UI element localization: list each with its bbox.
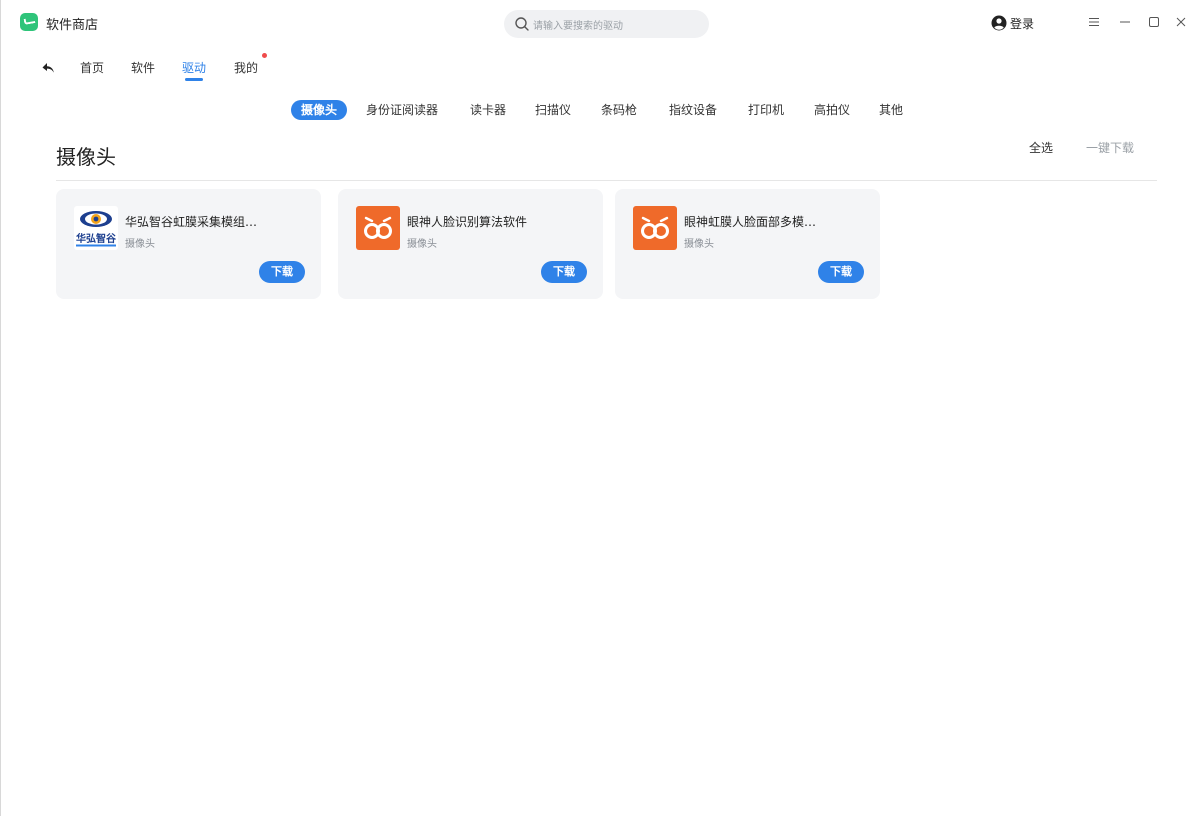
maximize-button[interactable] <box>1146 14 1162 30</box>
nav-home[interactable]: 首页 <box>80 59 104 76</box>
category-tab-other[interactable]: 其他 <box>879 100 903 120</box>
category-tab-card-reader[interactable]: 读卡器 <box>470 100 506 120</box>
driver-title: 眼神人脸识别算法软件 <box>407 215 528 229</box>
category-tab-barcode-gun[interactable]: 条码枪 <box>601 100 637 120</box>
driver-category: 摄像头 <box>407 239 437 250</box>
section-divider <box>56 180 1157 181</box>
driver-card[interactable]: 眼神人脸识别算法软件 摄像头 下载 <box>338 189 603 299</box>
download-button[interactable]: 下载 <box>818 261 864 283</box>
huahong-zhigu-logo: 华弘智谷 <box>74 206 118 250</box>
eye-logo-icon: 华弘智谷 <box>76 211 117 247</box>
search-placeholder: 请输入要搜索的驱动 <box>533 21 623 32</box>
login-button[interactable]: 登录 <box>991 14 1034 32</box>
driver-title: 华弘智谷虹膜采集模组… <box>125 215 258 229</box>
category-tab-scanner[interactable]: 扫描仪 <box>535 100 571 120</box>
eyecool-logo <box>356 206 400 250</box>
owl-eyes-icon <box>641 216 669 239</box>
notification-dot <box>262 53 267 58</box>
nav-drivers[interactable]: 驱动 <box>182 59 206 76</box>
nav-active-indicator <box>185 78 203 81</box>
app-logo-icon <box>20 13 38 31</box>
download-button[interactable]: 下载 <box>259 261 305 283</box>
category-tab-camera[interactable]: 摄像头 <box>291 100 348 120</box>
back-arrow-icon[interactable] <box>41 61 55 75</box>
select-all-button[interactable]: 全选 <box>1029 139 1053 156</box>
search-input[interactable]: 请输入要搜索的驱动 <box>504 10 709 38</box>
svg-text:华弘智谷: 华弘智谷 <box>76 232 117 245</box>
minimize-icon <box>1120 21 1130 23</box>
driver-category: 摄像头 <box>125 239 155 250</box>
driver-title: 眼神虹膜人脸面部多模… <box>684 215 817 229</box>
driver-card[interactable]: 眼神虹膜人脸面部多模… 摄像头 下载 <box>615 189 880 299</box>
menu-icon <box>1089 18 1099 26</box>
category-tab-doc-camera[interactable]: 高拍仪 <box>814 100 850 120</box>
close-button[interactable] <box>1173 14 1189 30</box>
app-title: 软件商店 <box>46 18 99 33</box>
section-title: 摄像头 <box>56 145 116 169</box>
download-all-button[interactable]: 一键下载 <box>1086 139 1134 156</box>
app-window: 软件商店 请输入要搜索的驱动 登录 首页 软件 驱动 我的 摄像头 身份证阅读器… <box>0 0 1199 816</box>
driver-category: 摄像头 <box>684 239 714 250</box>
search-icon <box>515 17 529 31</box>
user-avatar-icon <box>991 15 1007 31</box>
maximize-icon <box>1149 17 1159 27</box>
category-tab-fingerprint[interactable]: 指纹设备 <box>669 100 717 120</box>
close-icon <box>1176 17 1186 27</box>
driver-card[interactable]: 华弘智谷 华弘智谷虹膜采集模组… 摄像头 下载 <box>56 189 321 299</box>
category-tab-id-reader[interactable]: 身份证阅读器 <box>366 100 438 120</box>
nav-software[interactable]: 软件 <box>131 59 155 76</box>
login-label: 登录 <box>1010 16 1035 31</box>
nav-mine[interactable]: 我的 <box>234 59 258 76</box>
eyecool-logo <box>633 206 677 250</box>
owl-eyes-icon <box>364 216 392 239</box>
title-bar: 软件商店 请输入要搜索的驱动 登录 <box>1 0 1199 46</box>
category-tab-printer[interactable]: 打印机 <box>748 100 784 120</box>
menu-button[interactable] <box>1086 14 1102 30</box>
minimize-button[interactable] <box>1117 14 1133 30</box>
download-button[interactable]: 下载 <box>541 261 587 283</box>
